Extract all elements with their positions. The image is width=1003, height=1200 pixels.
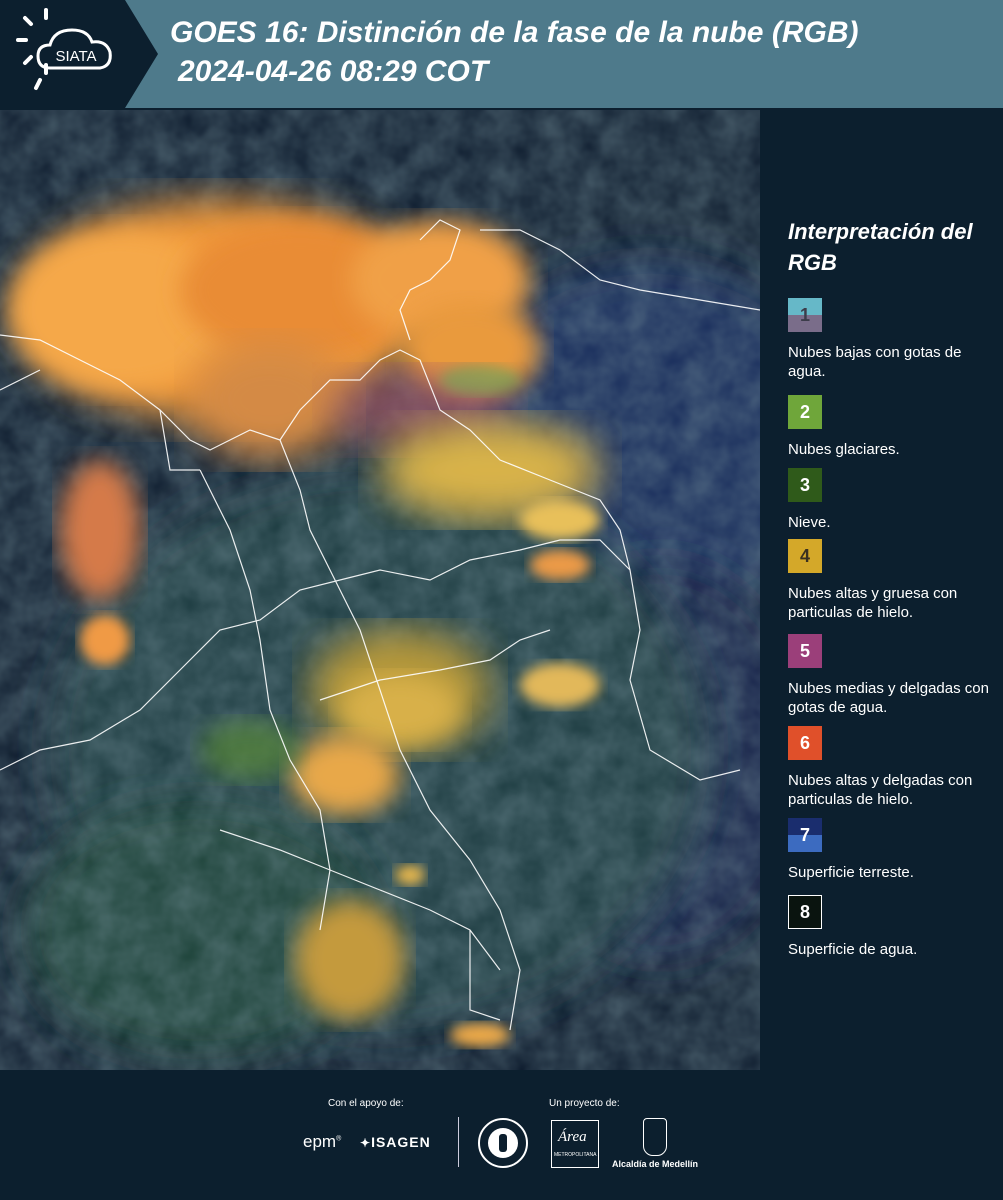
legend-title: Interpretación del RGB: [788, 219, 973, 275]
legend-swatch: 7: [788, 818, 822, 852]
legend-label: Nubes medias y delgadas con gotas de agu…: [788, 680, 989, 716]
legend-swatch: 4: [788, 539, 822, 573]
project-label: Un proyecto de:: [549, 1098, 620, 1109]
legend-panel: Interpretación del RGB 1 Nubes bajas con…: [770, 110, 1003, 1070]
legend-swatch: 3: [788, 468, 822, 502]
logo-text: SIATA: [55, 48, 96, 65]
legend-label: Superficie terreste.: [788, 864, 914, 881]
page-title: GOES 16: Distinción de la fase de la nub…: [170, 16, 859, 49]
legend-swatch: 5: [788, 634, 822, 668]
legend-label: Nubes altas y delgadas con particulas de…: [788, 772, 973, 808]
legend-label: Superficie de agua.: [788, 941, 918, 958]
footer-divider: [458, 1117, 459, 1167]
footer: Con el apoyo de: Un proyecto de: epm® ✦I…: [0, 1070, 1003, 1200]
legend-swatch: 1: [788, 298, 822, 332]
timestamp: 2024-04-26 08:29 COT: [178, 55, 489, 88]
isagen-logo: ✦ISAGEN: [360, 1134, 431, 1150]
alcaldia-label: Alcaldía de Medellín: [612, 1159, 699, 1169]
legend-swatch: 6: [788, 726, 822, 760]
area-metropolitana-logo: Área METROPOLITANA: [551, 1120, 599, 1168]
alcaldia-shield-icon: [643, 1118, 667, 1156]
legend-label: Nieve.: [788, 514, 831, 531]
support-label: Con el apoyo de:: [328, 1098, 404, 1109]
legend-label: Nubes altas y gruesa con particulas de h…: [788, 585, 958, 621]
legend-swatch: 2: [788, 395, 822, 429]
legend-label: Nubes glaciares.: [788, 441, 900, 458]
epm-logo: epm®: [303, 1132, 342, 1151]
satellite-map[interactable]: [0, 110, 760, 1070]
seal-logo: [478, 1118, 528, 1168]
legend-swatch: 8: [788, 895, 822, 929]
siata-logo: SIATA: [0, 0, 158, 108]
legend-label: Nubes bajas con gotas de agua.: [788, 344, 962, 380]
header-bar: SIATA GOES 16: Distinción de la fase de …: [0, 0, 1003, 108]
satellite-rgb-image: [0, 110, 760, 1070]
